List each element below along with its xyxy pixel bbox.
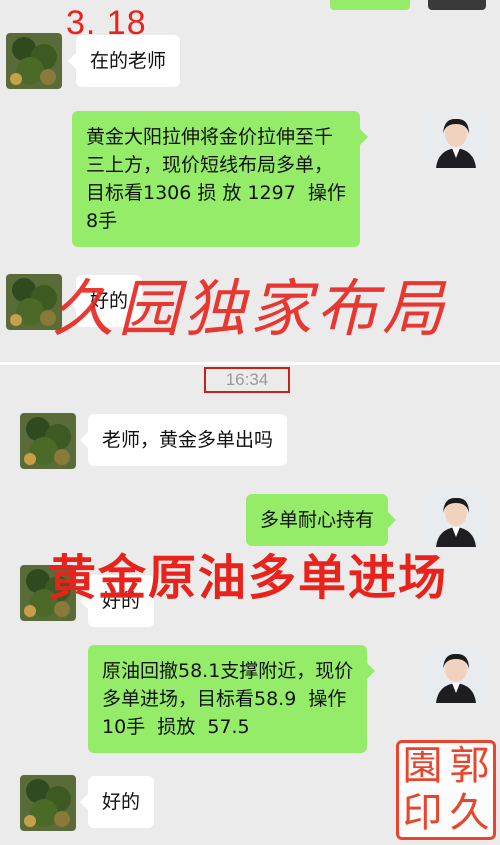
contact-avatar[interactable] bbox=[6, 33, 62, 89]
user-avatar[interactable] bbox=[428, 647, 484, 703]
chat-bubble-outgoing[interactable]: 原油回撤58.1支撑附近，现价 多单进场，目标看58.9 操作 10手 损放 5… bbox=[88, 645, 376, 753]
message-text: 在的老师 bbox=[90, 50, 167, 72]
headline-overlay-text: 黄金原油多单进场 bbox=[48, 550, 449, 606]
message-text: 好的 bbox=[102, 791, 141, 813]
seal-char: 印 bbox=[402, 790, 443, 836]
message-text: 黄金大阳拉伸将金价拉伸至千 三上方，现价短线布局多单， 目标看1306 损 放 … bbox=[86, 126, 346, 232]
chat-bubble-incoming[interactable]: 好的 bbox=[79, 776, 155, 828]
seal-stamp: 園 郭 印 久 bbox=[396, 740, 496, 840]
message-text: 多单耐心持有 bbox=[260, 509, 375, 531]
seal-char: 久 bbox=[449, 790, 490, 836]
timestamp-label: 16:34 bbox=[204, 367, 290, 393]
date-annotation: 3. 18 bbox=[66, 4, 147, 42]
watermark-overlay-text: 久园独家布局 bbox=[52, 272, 449, 345]
user-avatar[interactable] bbox=[428, 112, 484, 168]
previous-message-fragment bbox=[330, 0, 410, 10]
chat-bubble-incoming[interactable]: 老师，黄金多单出吗 bbox=[79, 414, 288, 466]
contact-avatar[interactable] bbox=[20, 775, 76, 831]
previous-avatar-fragment bbox=[428, 0, 486, 10]
message-text: 原油回撤58.1支撑附近，现价 多单进场，目标看58.9 操作 10手 损放 5… bbox=[102, 660, 354, 738]
seal-char: 郭 bbox=[449, 743, 490, 789]
chat-bubble-outgoing[interactable]: 黄金大阳拉伸将金价拉伸至千 三上方，现价短线布局多单， 目标看1306 损 放 … bbox=[72, 111, 368, 247]
contact-avatar[interactable] bbox=[20, 413, 76, 469]
message-text: 老师，黄金多单出吗 bbox=[102, 429, 274, 451]
seal-char: 園 bbox=[402, 743, 443, 789]
